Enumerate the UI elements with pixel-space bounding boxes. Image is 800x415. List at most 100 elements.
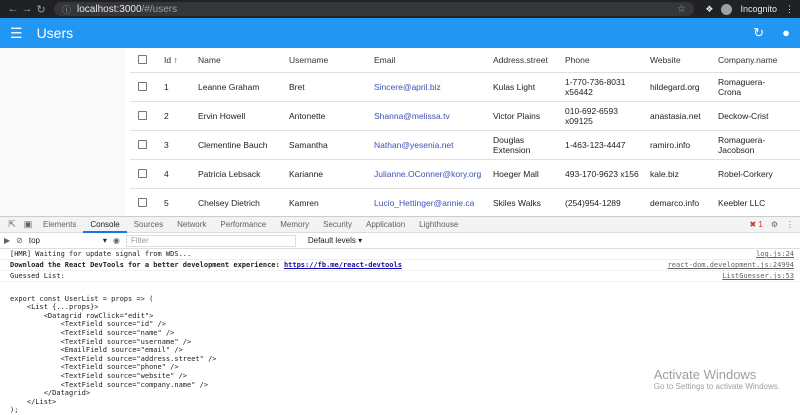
devtools-tab-sources[interactable]: Sources (127, 217, 170, 233)
cell-website: kale.biz (650, 169, 679, 179)
cell-phone: 493-170-9623 x156 (565, 169, 639, 179)
cell-street: Victor Plains (493, 111, 541, 121)
table-row[interactable]: 3 Clementine Bauch Samantha Nathan@yesenia.… (130, 131, 800, 160)
table-row[interactable]: 4 Patricia Lebsack Karianne Julianne.OConne… (130, 160, 800, 189)
bookmark-star-icon[interactable]: ☆ (677, 4, 686, 15)
refresh-icon[interactable]: ↻ (753, 25, 764, 41)
users-datagrid: Id ↑ Name Username Email Address.street … (130, 48, 800, 216)
column-header-id[interactable]: Id ↑ (156, 55, 198, 65)
cell-name: Leanne Graham (198, 82, 260, 92)
error-count-badge[interactable]: ✖ 1 (749, 220, 762, 229)
device-toggle-icon[interactable]: ▣ (20, 219, 36, 230)
cell-email[interactable]: Nathan@yesenia.net (374, 140, 493, 150)
cell-street: Kulas Light (493, 82, 536, 92)
row-checkbox[interactable] (138, 197, 147, 207)
table-row[interactable]: 2 Ervin Howell Antonette Shanna@melissa.tv V… (130, 102, 800, 131)
cell-company: Robel-Corkery (718, 169, 773, 179)
app-bar: ☰ Users ↻ ● (0, 18, 800, 48)
cell-id: 2 (164, 111, 169, 121)
eye-icon[interactable]: ◉ (113, 236, 120, 245)
column-header-phone[interactable]: Phone (565, 55, 650, 65)
extensions-icon[interactable]: ❖ (705, 4, 713, 15)
column-header-company[interactable]: Company.name (718, 55, 788, 65)
cell-email[interactable]: Lucio_Hettinger@annie.ca (374, 198, 493, 208)
cell-name: Chelsey Dietrich (198, 198, 260, 208)
settings-gear-icon[interactable]: ⚙ (771, 220, 778, 229)
cell-company: Romaguera-Jacobson (718, 135, 766, 155)
row-checkbox[interactable] (138, 168, 147, 178)
column-header-username[interactable]: Username (289, 55, 374, 65)
table-header-row: Id ↑ Name Username Email Address.street … (130, 48, 800, 73)
cell-phone: 1-463-123-4447 (565, 140, 626, 150)
address-bar[interactable]: ⓘ localhost:3000/#/users ☆ (54, 2, 694, 16)
url-path: /#/users (141, 3, 178, 15)
account-icon[interactable]: ● (782, 25, 790, 41)
guessed-list-code: export const UserList = props => ( <List… (10, 294, 217, 415)
activate-windows-watermark: Activate Windows Go to Settings to activ… (653, 367, 780, 391)
cell-phone: 010-692-6593 x09125 (565, 106, 618, 126)
devtools-menu-icon[interactable]: ⋮ (786, 220, 794, 229)
profile-label[interactable]: Incognito (740, 4, 777, 14)
devtools-tab-lighthouse[interactable]: Lighthouse (412, 217, 465, 233)
clear-console-icon[interactable]: ⊘ (16, 236, 23, 245)
cell-username: Karianne (289, 169, 324, 179)
column-header-street[interactable]: Address.street (493, 55, 565, 65)
devtools-panel: ⇱ ▣ Elements Console Sources Network Perform… (0, 216, 800, 414)
row-checkbox[interactable] (138, 81, 147, 91)
menu-icon[interactable]: ☰ (10, 25, 23, 42)
devtools-tab-memory[interactable]: Memory (273, 217, 316, 233)
browser-toolbar: ← → ↻ ⓘ localhost:3000/#/users ☆ ❖ Incog… (0, 0, 800, 18)
row-checkbox[interactable] (138, 139, 147, 149)
console-message: Guessed List: ListGuesser.js:53 (0, 271, 800, 282)
cell-id: 3 (164, 140, 169, 150)
devtools-tab-console[interactable]: Console (83, 217, 127, 233)
table-row[interactable]: 5 Chelsey Dietrich Kamren Lucio_Hettinger@a… (130, 189, 800, 216)
column-header-name[interactable]: Name (198, 55, 289, 65)
reload-icon[interactable]: ↻ (34, 3, 48, 16)
devtools-tab-elements[interactable]: Elements (36, 217, 83, 233)
devtools-tab-performance[interactable]: Performance (213, 217, 273, 233)
devtools-tab-network[interactable]: Network (170, 217, 213, 233)
inspect-icon[interactable]: ⇱ (4, 219, 20, 230)
cell-company: Deckow-Crist (718, 111, 769, 121)
cell-email[interactable]: Shanna@melissa.tv (374, 111, 493, 121)
cell-phone: 1-770-736-8031 x56442 (565, 77, 626, 97)
forward-icon[interactable]: → (20, 3, 34, 15)
cell-username: Antonette (289, 111, 326, 121)
console-toolbar: ▶ ⊘ top ▾ ◉ Filter Default levels ▾ (0, 233, 800, 249)
row-checkbox[interactable] (138, 110, 147, 120)
devtools-tab-security[interactable]: Security (316, 217, 359, 233)
cell-email[interactable]: Julianne.OConner@kory.org (374, 169, 493, 179)
cell-id: 4 (164, 169, 169, 179)
devtools-tabbar: ⇱ ▣ Elements Console Sources Network Perform… (0, 217, 800, 233)
column-header-email[interactable]: Email (374, 55, 493, 65)
context-select[interactable]: top ▾ (29, 236, 107, 245)
cell-name: Patricia Lebsack (198, 169, 261, 179)
url-host: localhost:3000 (77, 3, 142, 15)
cell-username: Bret (289, 82, 305, 92)
back-icon[interactable]: ← (6, 3, 20, 15)
main-content: Id ↑ Name Username Email Address.street … (0, 48, 800, 216)
cell-street: Skiles Walks (493, 198, 541, 208)
console-source-link[interactable]: react-dom.development.js:24994 (668, 260, 794, 270)
browser-menu-icon[interactable]: ⋮ (785, 4, 794, 15)
sidebar (0, 48, 125, 216)
cell-email[interactable]: Sincere@april.biz (374, 82, 493, 92)
console-source-link[interactable]: log.js:24 (756, 249, 794, 259)
cell-website: ramiro.info (650, 140, 691, 150)
select-all-checkbox[interactable] (138, 54, 147, 64)
cell-street: Douglas Extension (493, 135, 531, 155)
sidebar-toggle-icon[interactable]: ▶ (4, 236, 10, 245)
devtools-tab-application[interactable]: Application (359, 217, 412, 233)
console-message: [HMR] Waiting for update signal from WDS… (0, 249, 800, 260)
react-devtools-link[interactable]: https://fb.me/react-devtools (284, 261, 402, 269)
column-header-website[interactable]: Website (650, 55, 718, 65)
log-levels-dropdown[interactable]: Default levels ▾ (308, 236, 362, 245)
console-filter-input[interactable]: Filter (125, 234, 296, 247)
console-source-link[interactable]: ListGuesser.js:53 (722, 271, 794, 281)
cell-phone: (254)954-1289 (565, 198, 621, 208)
info-icon[interactable]: ⓘ (62, 3, 71, 16)
cell-id: 5 (164, 198, 169, 208)
cell-website: demarco.info (650, 198, 700, 208)
table-row[interactable]: 1 Leanne Graham Bret Sincere@april.biz Kulas… (130, 73, 800, 102)
